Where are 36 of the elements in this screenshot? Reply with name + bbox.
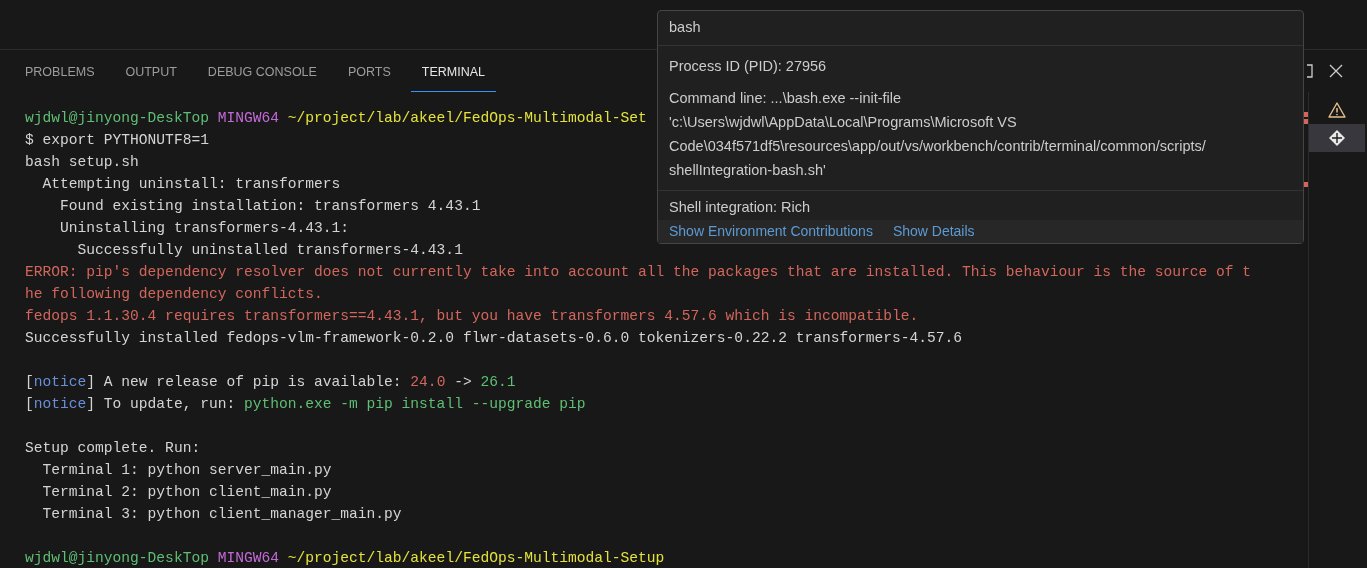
popup-link[interactable]: Show Environment Contributions — [669, 223, 873, 239]
popup-link[interactable]: Show Details — [892, 223, 975, 239]
panel-tab[interactable]: PORTS — [336, 50, 402, 92]
terminal-line: Successfully installed fedops-vlm-framework-0.2.0 flwr-datasets-0.6.0 tokenizers-0.22.2 transformers-4.57.6 — [25, 329, 963, 348]
panel-tab[interactable]: TERMINAL — [410, 50, 496, 92]
terminal-line: Found existing installation: transformers 4.43.1 — [59, 197, 481, 216]
scrollbar-marker — [1304, 112, 1308, 117]
terminal-line: Terminal 1: python server_main.py — [41, 461, 332, 480]
terminal-line: wjdwl@jinyong-DeskTop MINGW64 ~/project/lab/akeel/FedOps-Multimodal-Set — [25, 109, 647, 128]
panel-tab[interactable]: PROBLEMS — [14, 50, 106, 92]
panel-tab[interactable]: DEBUG CONSOLE — [196, 50, 328, 92]
terminal-line: [notice] A new release of pip is available: 24.0 -> 26.1 — [25, 373, 516, 392]
panel-tab[interactable]: OUTPUT — [114, 50, 188, 92]
terminal-line: he following dependency conflicts. — [25, 285, 323, 304]
terminal-line: fedops 1.1.30.4 requires transformers==4.43.1, but you have transformers 4.57.6 which is incompatible. — [25, 307, 919, 326]
terminal-line: Attempting uninstall: transformers — [41, 175, 341, 194]
scrollbar-marker — [1304, 182, 1308, 187]
command-line-text: Command line: ...\bash.exe --init-file 'c:\Users\wjdwl\AppData\Local\Programs\Microsoft VS Code\034f571df5\resources\app/out/vs/workbench/contrib/terminal/common/scripts/ shellIntegration-bash.sh' — [669, 89, 1207, 180]
terminal-line: [notice] To update, run: python.exe -m pip install --upgrade pip — [25, 395, 586, 414]
terminal-line: Successfully uninstalled transformers-4.43.1 — [76, 241, 463, 260]
terminal-line: Terminal 3: python client_manager_main.py — [41, 505, 402, 524]
close-icon[interactable] — [1329, 64, 1343, 78]
terminal-line: Terminal 2: python client_main.py — [41, 483, 332, 502]
terminal-list-item[interactable] — [1309, 124, 1365, 152]
terminal-line: $ export PYTHONUTF8=1 — [25, 131, 209, 150]
terminal-line: Uninstalling transformers-4.43.1: — [59, 219, 350, 238]
terminal-line: ERROR: pip's dependency resolver does not currently take into account all the packages that are installed. This behaviour is the source of t — [25, 263, 1252, 282]
terminal-line: Setup complete. Run: — [25, 439, 201, 458]
shell-integration-text: Shell integration: Rich — [668, 198, 812, 217]
popup-title: bash — [658, 11, 1303, 46]
terminal-line: wjdwl@jinyong-DeskTop MINGW64 ~/project/lab/akeel/FedOps-Multimodal-Setup — [25, 549, 665, 568]
process-id-text: Process ID (PID): 27956 — [669, 57, 828, 76]
terminal-line: bash setup.sh — [25, 153, 139, 172]
warning-icon — [1328, 102, 1346, 118]
scrollbar-marker — [1304, 119, 1308, 124]
diamond-icon — [1328, 129, 1346, 147]
